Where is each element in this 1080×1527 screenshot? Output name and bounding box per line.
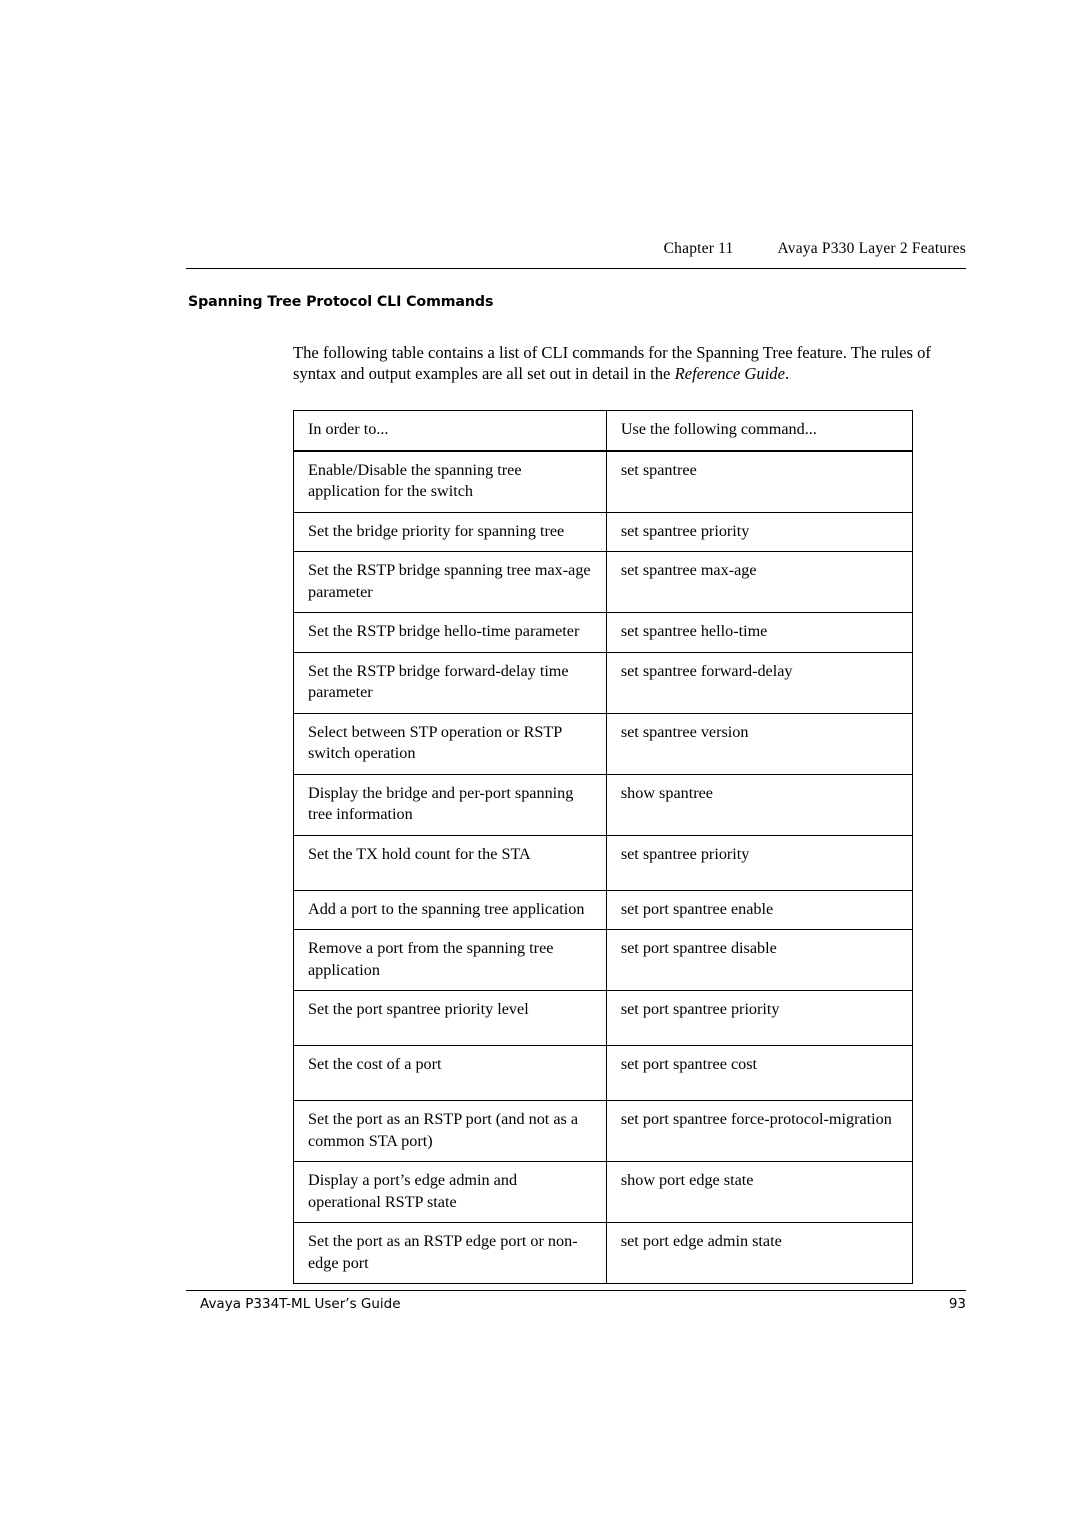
table-cell-command: set port spantree cost: [605, 1045, 914, 1101]
table-cell-description: Set the RSTP bridge spanning tree max-ag…: [293, 551, 607, 613]
table-cell-command: set port edge admin state: [605, 1222, 914, 1284]
table-row: Enable/Disable the spanning tree applica…: [293, 450, 914, 513]
table-cell-description: Set the port as an RSTP port (and not as…: [293, 1100, 607, 1162]
table-header-cell-in-order-to: In order to...: [293, 410, 607, 452]
table-cell-command: set port spantree priority: [605, 990, 914, 1046]
table-row: Set the port as an RSTP edge port or non…: [293, 1222, 914, 1284]
table-row: Set the TX hold count for the STA set sp…: [293, 834, 914, 891]
table-cell-description: Enable/Disable the spanning tree applica…: [293, 450, 607, 513]
table-row: Set the cost of a port set port spantree…: [293, 1045, 914, 1101]
header-divider: [186, 268, 966, 269]
table-cell-command: set spantree hello-time: [605, 612, 914, 653]
table-cell-description: Remove a port from the spanning tree app…: [293, 929, 607, 991]
table-cell-command: set port spantree enable: [605, 889, 914, 930]
table-row: Set the port as an RSTP port (and not as…: [293, 1100, 914, 1162]
table-row: Select between STP operation or RSTP swi…: [293, 712, 914, 775]
table-cell-command: set port spantree disable: [605, 929, 914, 991]
table-row: Set the port spantree priority level set…: [293, 990, 914, 1046]
table-cell-command: show spantree: [605, 773, 914, 836]
table-cell-command: set spantree forward-delay: [605, 651, 914, 714]
table-row: Add a port to the spanning tree applicat…: [293, 889, 914, 930]
document-page: Chapter 11 Avaya P330 Layer 2 Features Sp…: [0, 0, 1080, 1527]
page-number: 93: [948, 1296, 966, 1312]
footer-divider: [186, 1290, 966, 1291]
table-cell-command: set spantree: [605, 450, 914, 513]
intro-text-part2: .: [784, 364, 790, 384]
table-cell-description: Select between STP operation or RSTP swi…: [293, 712, 607, 775]
table-cell-command: show port edge state: [605, 1161, 914, 1223]
table-cell-description: Set the bridge priority for spanning tre…: [293, 511, 607, 552]
table-cell-command: set spantree priority: [605, 834, 914, 891]
table-row: Set the RSTP bridge hello-time parameter…: [293, 612, 914, 653]
table-cell-description: Set the RSTP bridge hello-time parameter: [293, 612, 607, 653]
running-header: Chapter 11 Avaya P330 Layer 2 Features: [186, 240, 966, 258]
header-chapter-number: Chapter 11: [663, 240, 734, 257]
intro-text-part1: The following table contains a list of C…: [293, 342, 931, 384]
table-cell-command: set port spantree force-protocol-migrati…: [605, 1100, 914, 1162]
table-cell-description: Display a port’s edge admin and operatio…: [293, 1161, 607, 1223]
table-cell-command: set spantree max-age: [605, 551, 914, 613]
intro-paragraph: The following table contains a list of C…: [293, 342, 938, 385]
table-cell-command: set spantree version: [605, 712, 914, 775]
table-header-cell-command: Use the following command...: [605, 410, 914, 452]
table-cell-description: Add a port to the spanning tree applicat…: [293, 889, 607, 930]
table-cell-description: Set the port as an RSTP edge port or non…: [293, 1222, 607, 1284]
table-cell-description: Display the bridge and per-port spanning…: [293, 773, 607, 836]
table-cell-description: Set the cost of a port: [293, 1045, 607, 1101]
page-title: Spanning Tree Protocol CLI Commands: [188, 294, 494, 310]
table-cell-description: Set the TX hold count for the STA: [293, 834, 607, 891]
table-row: Display the bridge and per-port spanning…: [293, 773, 914, 836]
table-row: Set the RSTP bridge spanning tree max-ag…: [293, 551, 914, 613]
intro-reference-guide: Reference Guide: [674, 364, 785, 384]
table-row: Set the bridge priority for spanning tre…: [293, 511, 914, 552]
table-row: Set the RSTP bridge forward-delay time p…: [293, 651, 914, 714]
header-chapter-title: Avaya P330 Layer 2 Features: [777, 240, 966, 257]
footer-document-title: Avaya P334T-ML User’s Guide: [200, 1296, 401, 1312]
table-cell-description: Set the port spantree priority level: [293, 990, 607, 1046]
table-cell-description: Set the RSTP bridge forward-delay time p…: [293, 651, 607, 714]
table-header-row: In order to... Use the following command…: [293, 410, 914, 452]
table-cell-command: set spantree priority: [605, 511, 914, 552]
table-row: Remove a port from the spanning tree app…: [293, 929, 914, 991]
table-body: In order to... Use the following command…: [293, 410, 914, 1284]
cli-commands-table: In order to... Use the following command…: [293, 410, 914, 1284]
table-row: Display a port’s edge admin and operatio…: [293, 1161, 914, 1223]
